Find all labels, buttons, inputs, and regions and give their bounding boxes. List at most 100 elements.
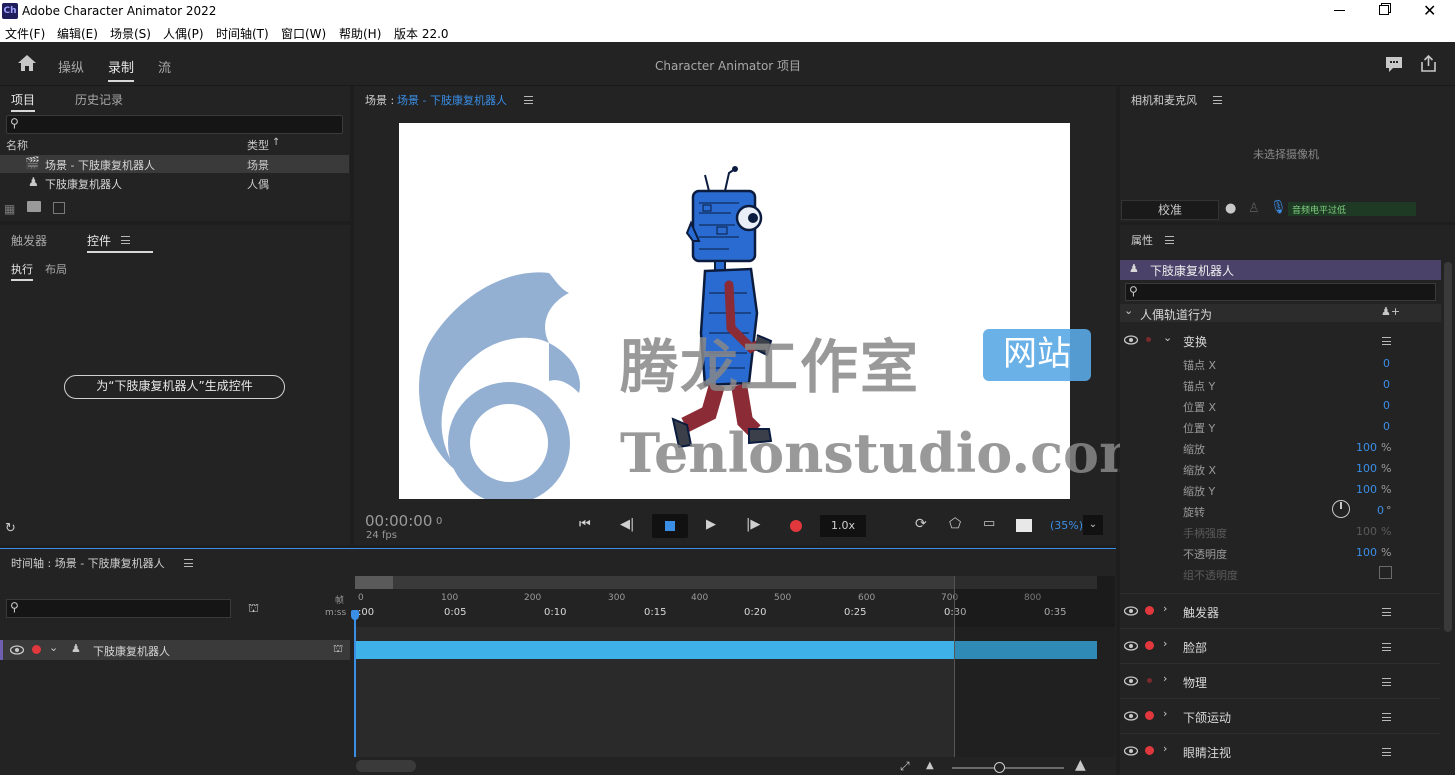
add-behavior-icon[interactable]: ♟+: [1381, 305, 1400, 318]
rotation-dial-icon[interactable]: [1332, 500, 1350, 518]
tab-project[interactable]: 项目: [11, 91, 36, 112]
chevron-right-icon[interactable]: ›: [1163, 707, 1167, 720]
calibrate-button[interactable]: 校准: [1121, 200, 1219, 220]
prop-opacity-value[interactable]: 100: [1349, 546, 1377, 559]
tab-stream[interactable]: 流: [158, 57, 171, 76]
home-icon[interactable]: [17, 54, 37, 72]
behavior-group-eye-gaze[interactable]: › 眼睛注视: [1120, 733, 1440, 768]
minimize-icon[interactable]: [1334, 10, 1345, 11]
prop-rotation-value[interactable]: 0: [1364, 504, 1384, 517]
track-lock-icon[interactable]: ⛫: [333, 642, 343, 657]
prop-position-x-value[interactable]: 0: [1364, 399, 1390, 412]
record-arm-dot[interactable]: [32, 645, 41, 654]
prop-anchor-y-value[interactable]: 0: [1364, 378, 1390, 391]
zoom-out-icon[interactable]: ▲: [926, 760, 934, 771]
refresh-icon[interactable]: ↻: [5, 521, 16, 536]
stop-button[interactable]: [652, 514, 688, 538]
column-name-header[interactable]: 名称: [6, 137, 28, 153]
playhead-handle[interactable]: [351, 610, 359, 620]
project-search-input[interactable]: ⚲: [6, 115, 343, 134]
loop-icon[interactable]: ⟳: [915, 516, 927, 532]
menu-version[interactable]: 版本 22.0: [394, 25, 449, 42]
share-icon[interactable]: [1420, 54, 1437, 73]
prop-anchor-x-value[interactable]: 0: [1364, 357, 1390, 370]
zoom-slider[interactable]: [952, 762, 1064, 773]
new-item-icon[interactable]: [53, 202, 65, 214]
group-menu-icon[interactable]: [1382, 713, 1391, 721]
cast-icon[interactable]: ▭: [983, 516, 995, 531]
eye-icon[interactable]: [10, 645, 24, 655]
timeline-menu-icon[interactable]: [184, 559, 193, 567]
record-button[interactable]: [790, 520, 802, 532]
list-item[interactable]: 🎬 场景 - 下肢康复机器人 场景: [0, 155, 349, 173]
transform-menu-icon[interactable]: [1382, 337, 1391, 345]
play-icon[interactable]: ▶: [706, 517, 716, 532]
prop-scale-value[interactable]: 100: [1349, 441, 1377, 454]
tab-controls[interactable]: 控件: [87, 232, 154, 253]
behavior-group-triggers[interactable]: › 触发器: [1120, 593, 1440, 628]
tab-rig[interactable]: 操纵: [58, 57, 84, 76]
properties-search-input[interactable]: ⚲: [1125, 283, 1436, 301]
column-type-header[interactable]: 类型: [247, 137, 269, 153]
chevron-down-icon[interactable]: ⌄: [1163, 331, 1172, 344]
menu-window[interactable]: 窗口(W): [281, 25, 326, 42]
tab-triggers[interactable]: 触发器: [11, 232, 47, 249]
record-arm-dot[interactable]: [1145, 641, 1154, 650]
step-forward-icon[interactable]: |▶: [746, 517, 760, 532]
eye-icon[interactable]: [1124, 606, 1138, 616]
group-menu-icon[interactable]: [1382, 678, 1391, 686]
subtab-perform[interactable]: 执行: [11, 261, 33, 281]
zoom-slider-thumb[interactable]: [994, 762, 1005, 773]
eye-icon[interactable]: [1124, 711, 1138, 721]
prop-scale-x-value[interactable]: 100: [1349, 462, 1377, 475]
group-menu-icon[interactable]: [1382, 643, 1391, 651]
chevron-down-icon[interactable]: ⌄: [49, 641, 58, 654]
behavior-group-face[interactable]: › 脸部: [1120, 628, 1440, 663]
fit-icon[interactable]: ⤢: [900, 759, 910, 774]
timeline-search-input[interactable]: ⚲: [6, 599, 231, 618]
folder-icon[interactable]: [27, 201, 41, 212]
prop-scale-y-value[interactable]: 100: [1349, 483, 1377, 496]
puppet-group-icon[interactable]: ⛫: [248, 601, 259, 617]
tab-record[interactable]: 录制: [108, 57, 135, 82]
track-header[interactable]: ⌄ ♟ 下肢康复机器人 ⛫: [0, 640, 350, 660]
playback-speed[interactable]: 1.0x: [820, 515, 866, 537]
zoom-dropdown[interactable]: ⌄: [1083, 515, 1103, 535]
tab-history[interactable]: 历史记录: [75, 91, 123, 108]
new-scene-icon[interactable]: ▦: [4, 202, 15, 216]
background-color-swatch[interactable]: [1016, 519, 1032, 532]
camera-menu-icon[interactable]: [1213, 96, 1222, 104]
overview-handle[interactable]: [355, 576, 393, 589]
menu-file[interactable]: 文件(F): [5, 25, 45, 42]
scene-menu-icon[interactable]: [524, 96, 533, 104]
eye-icon[interactable]: [1124, 746, 1138, 756]
eye-icon[interactable]: [1124, 641, 1138, 651]
chevron-right-icon[interactable]: ›: [1163, 602, 1167, 615]
zoom-in-icon[interactable]: ▲: [1075, 757, 1086, 773]
chevron-right-icon[interactable]: ›: [1163, 637, 1167, 650]
section-header[interactable]: ⌄ 人偶轨道行为 ♟+: [1120, 304, 1441, 322]
record-dot-dim[interactable]: [1147, 678, 1152, 683]
go-to-start-icon[interactable]: ⏮: [579, 517, 591, 532]
face-icon[interactable]: ●: [1225, 201, 1236, 216]
menu-timeline[interactable]: 时间轴(T): [216, 25, 269, 42]
group-menu-icon[interactable]: [1382, 608, 1391, 616]
step-back-icon[interactable]: ◀|: [620, 517, 634, 532]
comment-icon[interactable]: [1385, 55, 1403, 73]
group-menu-icon[interactable]: [1382, 748, 1391, 756]
behavior-group-jaw[interactable]: › 下颌运动: [1120, 698, 1440, 733]
restore-icon[interactable]: [1379, 5, 1389, 15]
record-dot-dim[interactable]: [1146, 337, 1151, 342]
eye-icon[interactable]: [1124, 335, 1138, 345]
controls-menu-icon[interactable]: [121, 236, 130, 244]
generate-controls-button[interactable]: 为“下肢康复机器人”生成控件: [64, 375, 285, 399]
record-arm-dot[interactable]: [1145, 606, 1154, 615]
microphone-icon[interactable]: 🎙: [1270, 200, 1287, 215]
menu-scene[interactable]: 场景(S): [110, 25, 151, 42]
menu-edit[interactable]: 编辑(E): [57, 25, 98, 42]
body-icon[interactable]: ♙: [1248, 201, 1260, 216]
subtab-layout[interactable]: 布局: [45, 261, 67, 277]
shape-icon[interactable]: ⬠: [949, 516, 961, 532]
timeline-horizontal-scrollbar[interactable]: [356, 760, 416, 772]
chevron-right-icon[interactable]: ›: [1163, 672, 1167, 685]
